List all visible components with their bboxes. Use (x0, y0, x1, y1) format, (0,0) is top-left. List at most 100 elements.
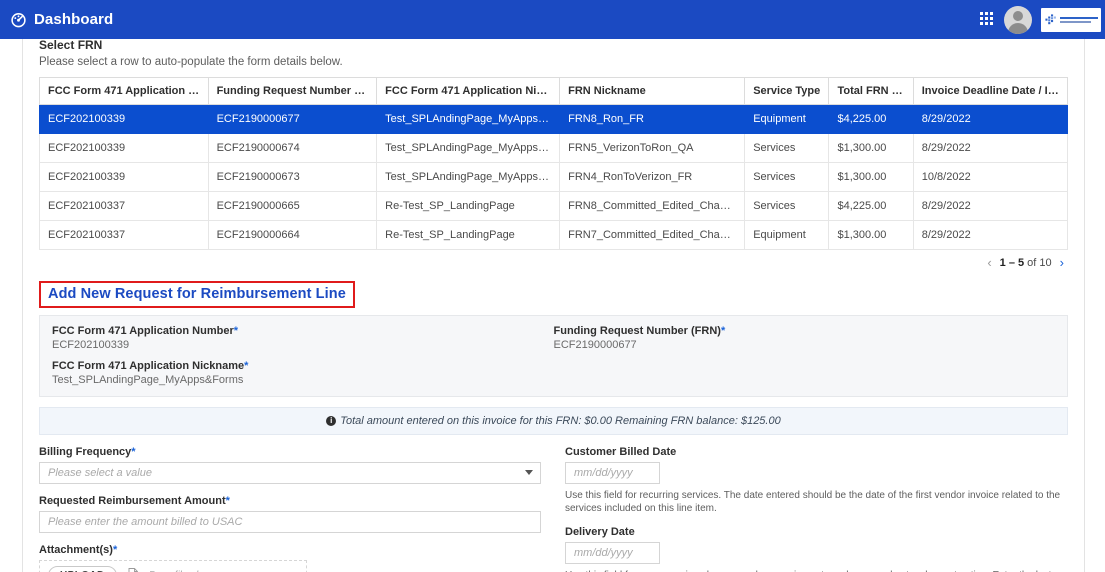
chevron-down-icon[interactable] (525, 470, 533, 475)
customer-billed-date-input[interactable] (565, 462, 660, 484)
cell-invoice-deadline: 10/8/2022 (912, 162, 1069, 192)
cell-app-nickname: Re-Test_SP_LandingPage (376, 191, 561, 221)
app-header-right (980, 0, 1105, 39)
cell-invoice-deadline: 8/29/2022 (912, 104, 1069, 134)
billing-frequency-select-wrap (39, 462, 541, 484)
cell-invoice-deadline: 8/29/2022 (912, 220, 1069, 250)
required-marker: * (112, 544, 118, 556)
table-row[interactable]: ECF202100337 ECF2190000665 Re-Test_SP_La… (39, 191, 1069, 221)
file-upload-icon (127, 568, 139, 572)
table-header-row: FCC Form 471 Application Number Funding … (39, 77, 1069, 105)
customer-billed-date-help: Use this field for recurring services. T… (565, 490, 1061, 514)
required-marker: * (225, 495, 230, 507)
cell-frn-nickname: FRN4_RonToVerizon_FR (559, 162, 746, 192)
cell-app-number: ECF202100339 (39, 133, 209, 163)
add-new-request-highlight: Add New Request for Reimbursement Line (39, 281, 355, 308)
cell-app-nickname: Test_SPLAndingPage_MyApps&Forms (376, 133, 561, 163)
details-right-column: Funding Request Number (FRN)* ECF2190000… (554, 325, 1056, 386)
cell-frn: ECF2190000664 (207, 220, 378, 250)
select-frn-title: Select FRN (39, 39, 103, 52)
invoice-total-banner: i Total amount entered on this invoice fo… (39, 407, 1068, 435)
col-header-total-frn-cost[interactable]: Total FRN Cost (828, 77, 914, 105)
col-header-app-nickname[interactable]: FCC Form 471 Application Nickname (376, 77, 561, 105)
upload-button[interactable]: UPLOAD (48, 565, 117, 572)
cell-frn: ECF2190000677 (207, 104, 378, 134)
apps-grid-icon[interactable] (980, 12, 995, 27)
cell-service-type: Services (744, 133, 830, 163)
info-circle-icon: i (326, 416, 337, 426)
cell-frn: ECF2190000673 (207, 162, 378, 192)
cell-frn-nickname: FRN7_Committed_Edited_ChangeSP_IR (559, 220, 746, 250)
dashboard-gauge-icon (10, 11, 27, 28)
app-number-label: FCC Form 471 Application Number* (52, 325, 554, 337)
cell-total-frn-cost: $4,225.00 (828, 104, 914, 134)
required-marker: * (131, 446, 136, 458)
user-avatar-icon[interactable] (1004, 5, 1032, 34)
table-row[interactable]: ECF202100339 ECF2190000674 Test_SPLAndin… (39, 133, 1069, 163)
reimbursement-amount-label: Requested Reimbursement Amount* (39, 495, 541, 507)
cell-invoice-deadline: 8/29/2022 (912, 191, 1069, 221)
cell-app-nickname: Test_SPLAndingPage_MyApps&Forms (376, 104, 561, 134)
cell-app-nickname: Re-Test_SP_LandingPage (376, 220, 561, 250)
app-number-label-text: FCC Form 471 Application Number (52, 325, 234, 337)
app-nickname-label-text: FCC Form 471 Application Nickname (52, 360, 245, 372)
add-new-request-heading: Add New Request for Reimbursement Line (48, 286, 346, 302)
col-header-service-type[interactable]: Service Type (744, 77, 830, 105)
cell-service-type: Services (744, 162, 830, 192)
cell-app-number: ECF202100339 (39, 104, 209, 134)
cell-app-number: ECF202100339 (39, 162, 209, 192)
reimbursement-amount-label-text: Requested Reimbursement Amount (39, 495, 226, 507)
cell-invoice-deadline: 8/29/2022 (912, 133, 1069, 163)
cell-service-type: Services (744, 191, 830, 221)
page-body: Select FRN Please select a row to auto-p… (0, 39, 1105, 572)
form-right-column: Customer Billed Date Use this field for … (559, 446, 1068, 572)
reimbursement-amount-input[interactable] (39, 511, 541, 533)
customer-billed-date-label: Customer Billed Date (565, 446, 677, 458)
col-header-frn-nickname[interactable]: FRN Nickname (559, 77, 746, 105)
pagination-range-total: of 10 (1024, 256, 1052, 269)
selected-frn-details-panel: FCC Form 471 Application Number* ECF2021… (39, 315, 1068, 397)
cell-total-frn-cost: $1,300.00 (828, 162, 914, 192)
col-header-frn[interactable]: Funding Request Number (FRN) (207, 77, 378, 105)
frn-table: FCC Form 471 Application Number Funding … (39, 77, 1069, 250)
billing-frequency-select[interactable] (39, 462, 541, 484)
billing-frequency-label: Billing Frequency* (39, 446, 541, 458)
cell-app-number: ECF202100337 (39, 191, 209, 221)
chevron-right-icon[interactable]: › (1060, 256, 1064, 269)
file-dropzone[interactable]: UPLOAD Drop files here (39, 560, 307, 572)
table-row[interactable]: ECF202100337 ECF2190000664 Re-Test_SP_La… (39, 220, 1069, 250)
usac-wordmark (1060, 16, 1098, 23)
attachments-label: Attachment(s)* (39, 544, 541, 556)
delivery-date-input[interactable] (565, 542, 660, 564)
table-pagination: ‹ 1 – 5 of 10 › (39, 250, 1068, 269)
col-header-app-number[interactable]: FCC Form 471 Application Number (39, 77, 209, 105)
form-left-column: Billing Frequency* Requested Reimburseme… (39, 446, 559, 572)
app-nickname-value: Test_SPLAndingPage_MyApps&Forms (52, 374, 244, 386)
required-marker: * (233, 325, 239, 337)
app-header-left: Dashboard (10, 11, 113, 28)
cell-frn-nickname: FRN8_Ron_FR (559, 104, 746, 134)
invoice-total-banner-text: Total amount entered on this invoice for… (340, 415, 781, 427)
table-row[interactable]: ECF202100339 ECF2190000677 Test_SPLAndin… (39, 104, 1069, 134)
chevron-left-icon[interactable]: ‹ (987, 256, 991, 269)
usac-logo (1041, 7, 1101, 32)
reimbursement-form: Billing Frequency* Requested Reimburseme… (39, 446, 1068, 572)
select-frn-subtitle: Please select a row to auto-populate the… (39, 56, 343, 68)
col-header-invoice-deadline[interactable]: Invoice Deadline Date / IDD (912, 77, 1069, 105)
cell-total-frn-cost: $4,225.00 (828, 191, 914, 221)
table-row[interactable]: ECF202100339 ECF2190000673 Test_SPLAndin… (39, 162, 1069, 192)
cell-total-frn-cost: $1,300.00 (828, 133, 914, 163)
billing-frequency-label-text: Billing Frequency (39, 446, 132, 458)
attachments-label-text: Attachment(s) (39, 544, 113, 556)
frn-label: Funding Request Number (FRN)* (554, 325, 1056, 337)
cell-service-type: Equipment (744, 220, 830, 250)
delivery-date-label: Delivery Date (565, 526, 635, 538)
details-left-column: FCC Form 471 Application Number* ECF2021… (52, 325, 554, 386)
pagination-range: 1 – 5 of 10 (1000, 257, 1052, 269)
app-nickname-label: FCC Form 471 Application Nickname* (52, 360, 554, 372)
cell-app-nickname: Test_SPLAndingPage_MyApps&Forms (376, 162, 561, 192)
app-number-value: ECF202100339 (52, 339, 130, 351)
